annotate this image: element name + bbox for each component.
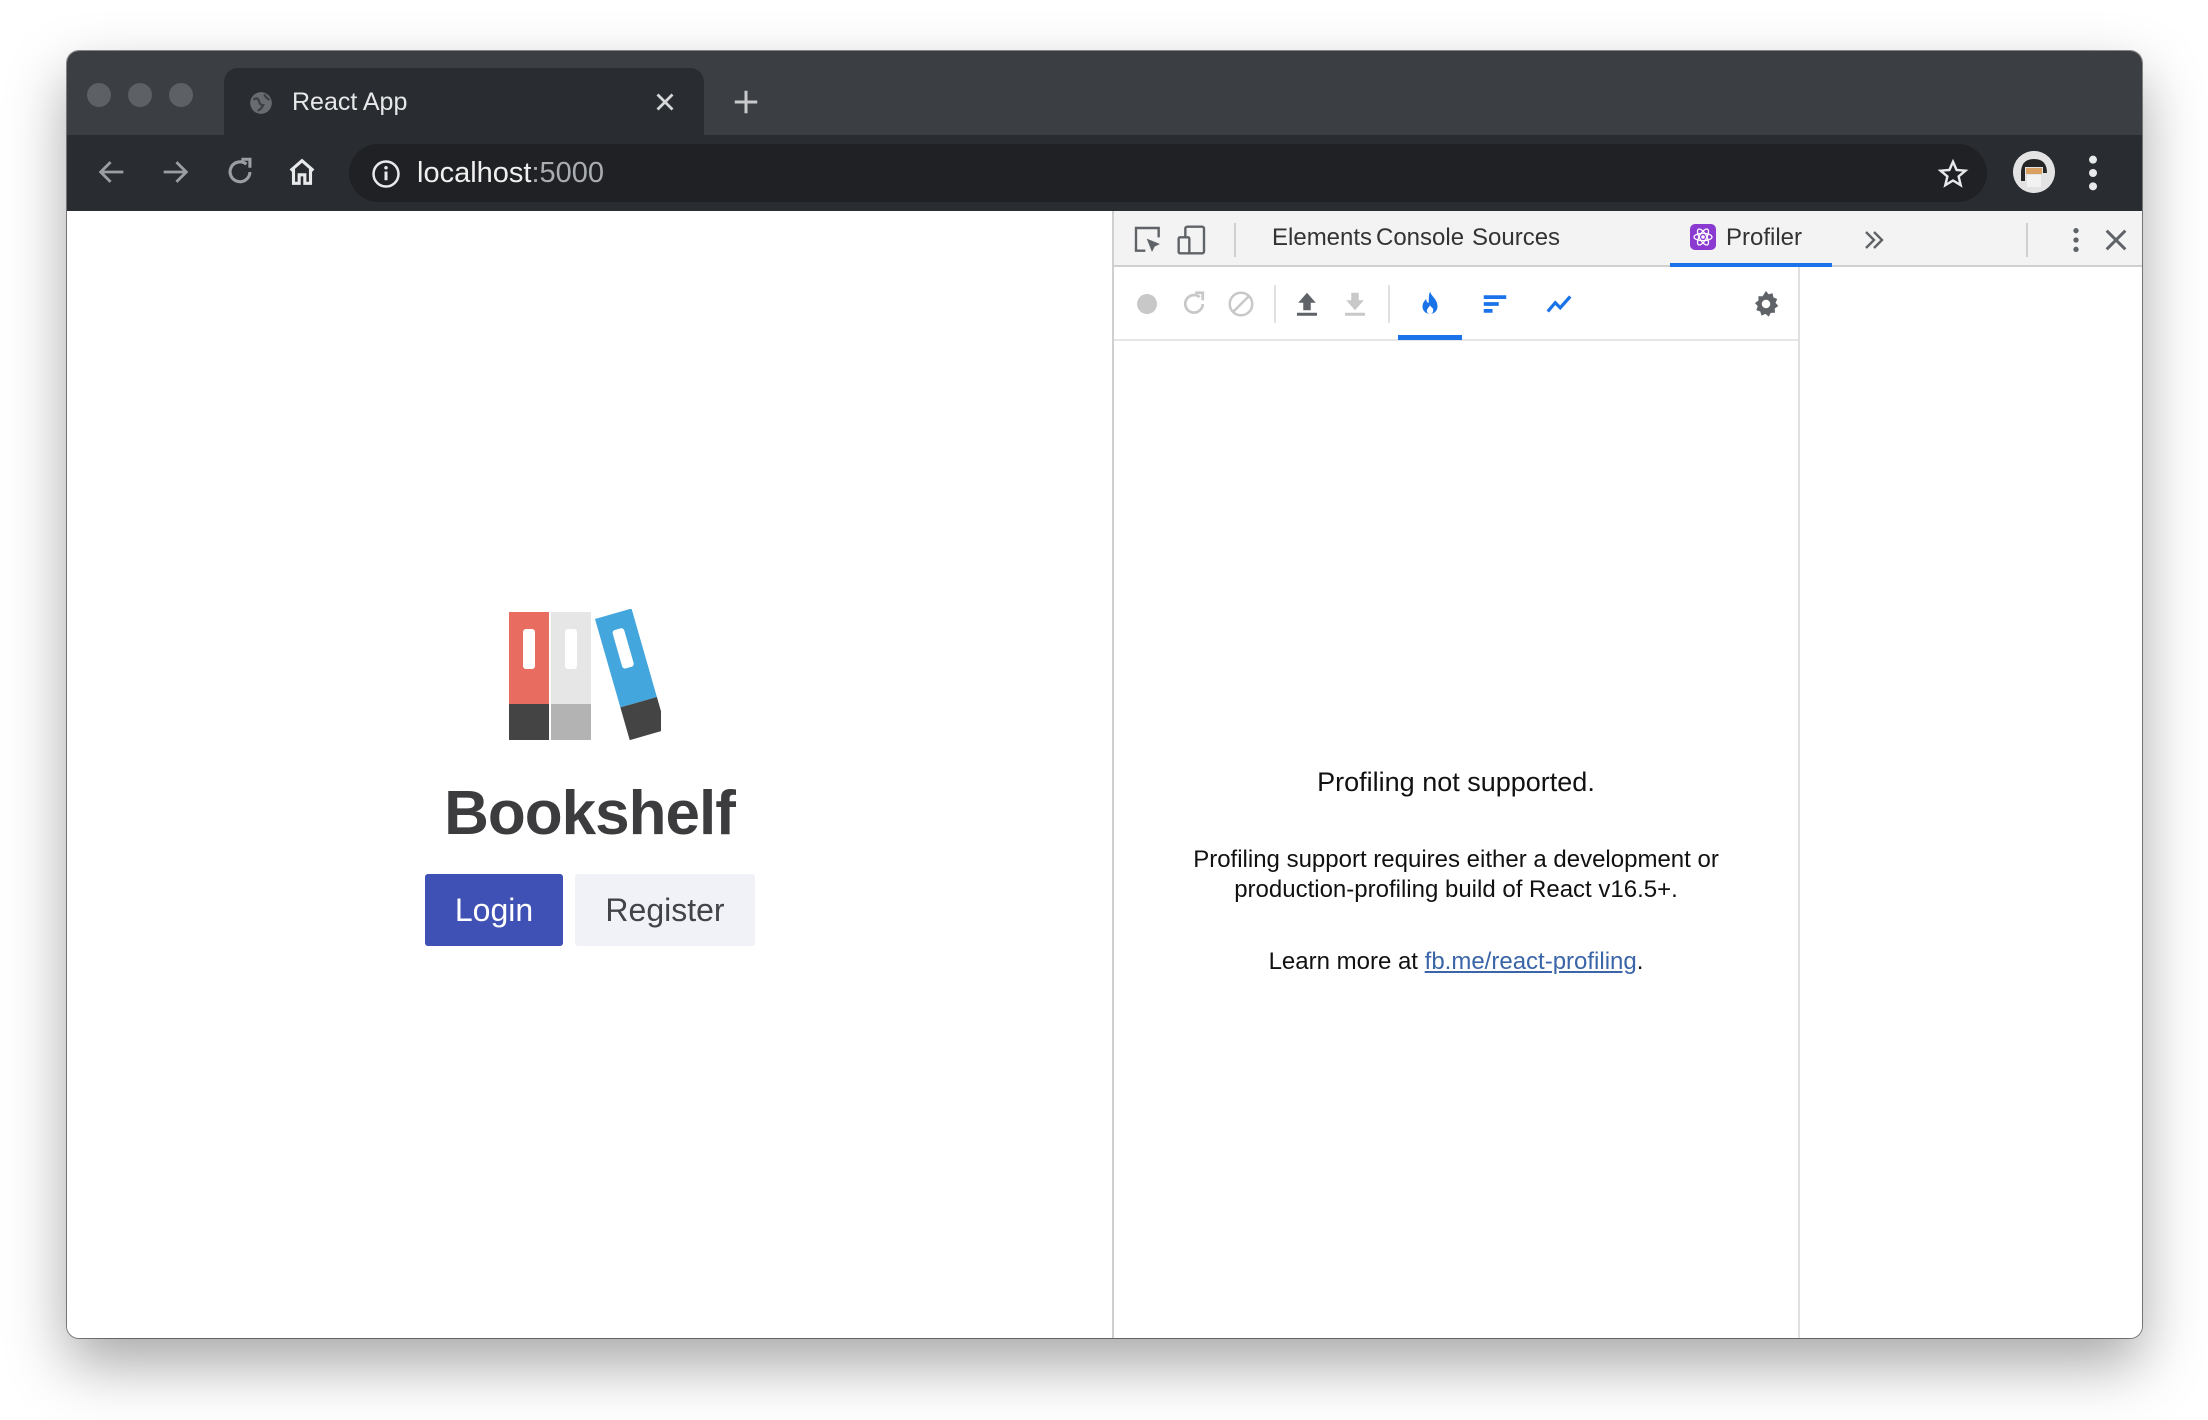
active-view-indicator (1398, 335, 1462, 340)
home-icon[interactable] (285, 155, 319, 189)
minimize-window-button[interactable] (128, 83, 152, 107)
chrome-menu-icon[interactable] (2085, 153, 2101, 193)
browser-toolbar: localhost:5000 (67, 135, 2142, 211)
learn-more-prefix: Learn more at (1268, 948, 1425, 975)
reload-icon[interactable] (223, 155, 257, 189)
close-window-button[interactable] (87, 83, 111, 107)
inspect-element-icon[interactable] (1132, 224, 1164, 256)
browser-window: React App localhost:5000 Bookshelf Login… (67, 51, 2142, 1338)
zoom-window-button[interactable] (169, 83, 193, 107)
profiler-message-body: Profiling support requires either a deve… (1114, 845, 1798, 905)
browser-tab[interactable]: React App (224, 68, 704, 135)
settings-gear-icon[interactable] (1751, 289, 1781, 319)
tab-strip: React App (67, 51, 2142, 135)
close-tab-icon[interactable] (650, 87, 680, 117)
toolbar-divider (1234, 223, 1236, 257)
register-button[interactable]: Register (575, 874, 755, 946)
react-profiling-link[interactable]: fb.me/react-profiling (1425, 948, 1637, 975)
profile-avatar[interactable] (2013, 151, 2055, 193)
profiler-message-title: Profiling not supported. (1317, 767, 1595, 797)
more-tabs-chevron-icon[interactable] (1858, 224, 1890, 256)
login-button[interactable]: Login (425, 874, 563, 946)
profiler-panel: Profiling not supported. Profiling suppo… (1114, 267, 1800, 1338)
profiler-message-line: production-profiling build of React v16.… (1234, 876, 1678, 903)
devtools-tab-bar: Elements Console Sources Profiler (1114, 211, 2142, 267)
toolbar-divider (1388, 285, 1390, 323)
toolbar-divider (1274, 285, 1276, 323)
record-icon[interactable] (1132, 289, 1162, 319)
address-bar[interactable]: localhost:5000 (349, 144, 1987, 202)
avatar-icon (2013, 151, 2055, 193)
learn-more-text: Learn more at fb.me/react-profiling. (1114, 948, 1798, 976)
globe-icon (250, 92, 272, 114)
tab-profiler[interactable]: Profiler (1726, 224, 1802, 252)
toolbar-divider (2026, 223, 2028, 257)
new-tab-icon[interactable] (731, 87, 761, 117)
react-icon (1690, 224, 1716, 250)
reload-and-profile-icon[interactable] (1179, 289, 1209, 319)
ranked-chart-icon[interactable] (1480, 289, 1510, 319)
flamegraph-icon[interactable] (1415, 289, 1445, 319)
tab-console[interactable]: Console (1376, 224, 1464, 252)
clear-icon[interactable] (1226, 289, 1256, 319)
url-text: localhost:5000 (417, 157, 604, 190)
url-host: localhost (417, 157, 532, 189)
tab-elements[interactable]: Elements (1272, 224, 1372, 252)
info-icon[interactable] (371, 159, 401, 189)
page-content: Bookshelf Login Register (67, 211, 1112, 1338)
tab-sources[interactable]: Sources (1472, 224, 1560, 252)
learn-more-suffix: . (1636, 948, 1644, 975)
bookmark-star-icon[interactable] (1937, 158, 1969, 190)
devtools-menu-icon[interactable] (2060, 224, 2092, 256)
bookshelf-logo-icon (509, 609, 661, 741)
save-profile-icon[interactable] (1340, 289, 1370, 319)
forward-icon[interactable] (158, 155, 192, 189)
load-profile-icon[interactable] (1292, 289, 1322, 319)
device-toolbar-icon[interactable] (1176, 224, 1208, 256)
devtools-panel: Elements Console Sources Profiler Profil… (1112, 211, 2142, 1338)
close-devtools-icon[interactable] (2100, 224, 2132, 256)
brand-title: Bookshelf (444, 779, 736, 848)
profiler-toolbar (1114, 267, 1798, 341)
url-port: :5000 (531, 157, 605, 189)
tab-title: React App (292, 88, 408, 116)
interactions-icon[interactable] (1544, 289, 1574, 319)
back-icon[interactable] (95, 155, 129, 189)
profiler-message-line: Profiling support requires either a deve… (1193, 846, 1719, 873)
